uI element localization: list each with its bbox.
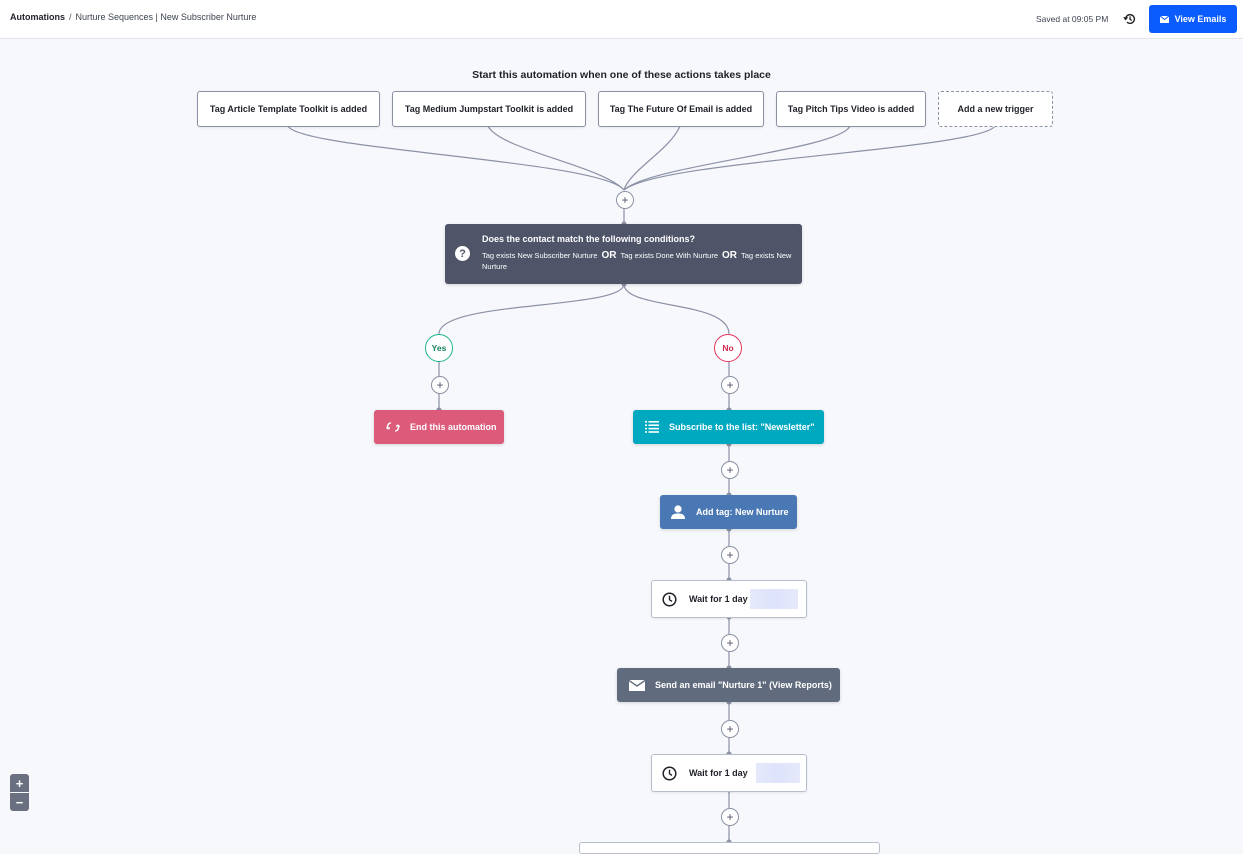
clock-icon: [662, 591, 677, 607]
trigger-heading: Start this automation when one of these …: [472, 69, 771, 81]
condition-description: Tag exists New Subscriber Nurture OR Tag e…: [482, 250, 794, 272]
loop-arrows-icon: [386, 422, 400, 432]
add-step-button[interactable]: +: [721, 720, 739, 738]
add-step-button[interactable]: +: [721, 634, 739, 652]
subscribe-list-node[interactable]: Subscribe to the list: "Newsletter": [633, 410, 824, 444]
condition-operator: OR: [601, 250, 617, 261]
add-trigger-label: Add a new trigger: [957, 104, 1034, 114]
wait-node[interactable]: Wait for 1 day: [651, 754, 807, 792]
envelope-icon: [629, 679, 645, 691]
redacted-region: [750, 589, 798, 609]
end-automation-label: End this automation: [410, 422, 497, 432]
add-step-button[interactable]: +: [431, 376, 449, 394]
list-icon: [645, 421, 659, 433]
trigger-label: Tag Medium Jumpstart Toolkit is added: [404, 104, 574, 114]
redacted-region: [756, 763, 800, 783]
zoom-in-button[interactable]: +: [10, 774, 29, 792]
trigger-label: Tag The Future Of Email is added: [609, 104, 753, 114]
condition-clause: Tag exists New Subscriber Nurture: [482, 251, 598, 260]
trigger-card[interactable]: Tag Medium Jumpstart Toolkit is added: [392, 91, 586, 127]
clock-icon: [662, 765, 677, 781]
wait-node[interactable]: Wait for 1 day: [651, 580, 807, 618]
connector-yes: [438, 283, 625, 335]
add-step-button[interactable]: +: [721, 376, 739, 394]
question-icon: ?: [455, 246, 470, 261]
condition-operator: OR: [722, 250, 738, 261]
add-step-button[interactable]: +: [721, 808, 739, 826]
end-automation-node[interactable]: End this automation: [374, 410, 504, 444]
trigger-label: Tag Article Template Toolkit is added: [209, 104, 368, 114]
connector-trigger-1: [287, 125, 625, 191]
subscribe-list-label: Subscribe to the list: "Newsletter": [669, 422, 815, 432]
no-branch-label: No: [714, 334, 742, 362]
trigger-card[interactable]: Tag The Future Of Email is added: [598, 91, 764, 127]
wait-label: Wait for 1 day: [689, 768, 748, 778]
condition-clause: Tag exists Done With Nurture: [620, 251, 719, 260]
zoom-out-button[interactable]: −: [10, 793, 29, 811]
add-trigger-button[interactable]: Add a new trigger: [938, 91, 1053, 127]
trigger-card[interactable]: Tag Pitch Tips Video is added: [776, 91, 926, 127]
condition-node[interactable]: ? Does the contact match the following c…: [445, 224, 802, 284]
trigger-label: Tag Pitch Tips Video is added: [787, 104, 915, 114]
trigger-card[interactable]: Tag Article Template Toolkit is added: [197, 91, 380, 127]
add-tag-node[interactable]: Add tag: New Nurture: [660, 495, 797, 529]
connector-trigger-4: [623, 125, 851, 191]
workflow-connectors: [287, 125, 996, 845]
add-step-button[interactable]: +: [616, 191, 634, 209]
next-step-node-partial[interactable]: [579, 842, 880, 854]
yes-branch-label: Yes: [425, 334, 453, 362]
condition-title: Does the contact match the following con…: [482, 234, 696, 244]
add-step-button[interactable]: +: [721, 546, 739, 564]
connector-trigger-3: [623, 125, 681, 191]
connector-trigger-5: [623, 125, 996, 191]
send-email-node[interactable]: Send an email "Nurture 1" (View Reports): [617, 668, 840, 702]
add-step-button[interactable]: +: [721, 461, 739, 479]
send-email-label: Send an email "Nurture 1" (View Reports): [655, 680, 832, 690]
connector-no: [623, 283, 730, 335]
user-icon: [670, 505, 686, 519]
add-tag-label: Add tag: New Nurture: [696, 507, 789, 517]
wait-label: Wait for 1 day: [689, 594, 748, 604]
